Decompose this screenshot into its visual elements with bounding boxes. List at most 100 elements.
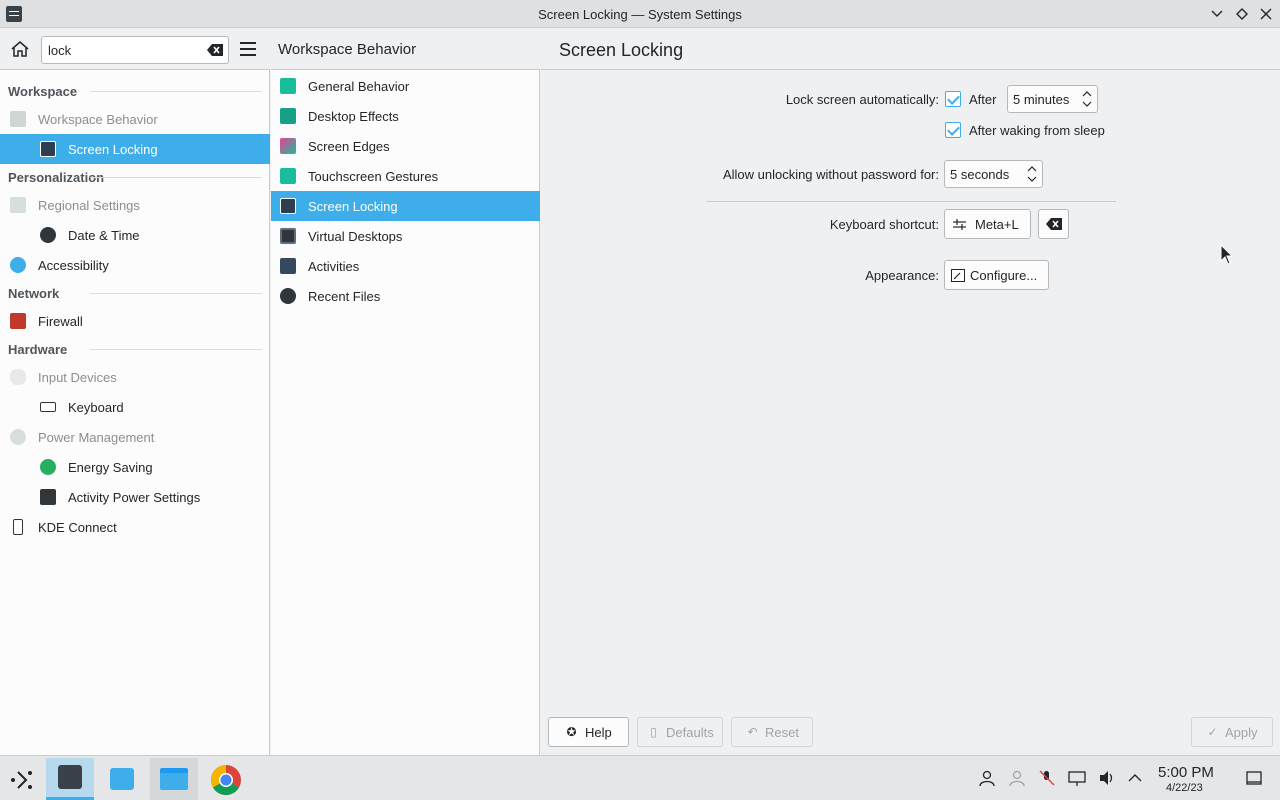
- sidebar-item-activity-power-settings[interactable]: Activity Power Settings: [0, 482, 270, 512]
- accessibility-icon: [10, 257, 26, 273]
- category-title: Workspace Behavior: [278, 41, 417, 58]
- search-field[interactable]: [41, 36, 229, 64]
- sidebar-item-date-time[interactable]: Date & Time: [0, 220, 270, 250]
- search-input[interactable]: [48, 41, 198, 59]
- category-list: Workspace Behavior General Behavior Desk…: [271, 29, 540, 755]
- list-item-screen-edges[interactable]: Screen Edges: [271, 131, 540, 161]
- energy-icon: [40, 459, 56, 475]
- unlock-grace-spinbox[interactable]: 5 seconds: [944, 160, 1043, 188]
- home-button[interactable]: [8, 37, 32, 61]
- launcher-icon: [11, 771, 32, 789]
- folder-icon: [160, 768, 188, 790]
- taskbar: 5:00 PM 4/22/23: [0, 755, 1280, 800]
- tray-expand-icon[interactable]: [1126, 769, 1144, 787]
- list-item-recent-files[interactable]: Recent Files: [271, 281, 540, 311]
- activities-icon: [280, 258, 296, 274]
- microphone-muted-icon[interactable]: [1038, 769, 1056, 787]
- desktop-effects-icon: [280, 108, 296, 124]
- phone-icon: [13, 519, 23, 535]
- screen-edges-icon: [280, 138, 296, 154]
- configure-icon: [951, 269, 965, 282]
- application-launcher[interactable]: [0, 758, 44, 800]
- shortcut-label: Keyboard shortcut:: [829, 217, 939, 232]
- sidebar-item-regional-settings[interactable]: Regional Settings: [0, 190, 270, 220]
- clock-time[interactable]: 5:00 PM: [1158, 764, 1214, 781]
- list-item-screen-locking[interactable]: Screen Locking: [271, 191, 540, 221]
- task-file-manager[interactable]: [150, 758, 198, 800]
- check-icon: ✓: [1207, 725, 1218, 739]
- list-item-general-behavior[interactable]: General Behavior: [271, 71, 540, 101]
- lock-timeout-value: 5 minutes: [1013, 92, 1070, 107]
- sidebar-item-power-management[interactable]: Power Management: [0, 422, 270, 452]
- user-icon[interactable]: [978, 769, 996, 787]
- section-hardware: Hardware: [0, 336, 270, 362]
- help-button[interactable]: ✪ Help: [548, 717, 629, 747]
- after-checkbox[interactable]: [945, 91, 961, 107]
- unlock-grace-value: 5 seconds: [950, 167, 1010, 182]
- category-header: Workspace Behavior: [271, 29, 540, 70]
- maximize-button[interactable]: [1232, 4, 1252, 24]
- section-workspace: Workspace: [0, 78, 270, 104]
- list-item-desktop-effects[interactable]: Desktop Effects: [271, 101, 540, 131]
- clear-search-icon[interactable]: [207, 43, 223, 57]
- lock-timeout-spinbox[interactable]: 5 minutes: [1007, 85, 1098, 113]
- minimize-button[interactable]: [1207, 4, 1227, 24]
- sidebar-item-input-devices[interactable]: Input Devices: [0, 362, 270, 392]
- system-settings-icon: [58, 765, 82, 789]
- after-waking-label: After waking from sleep: [969, 123, 1105, 138]
- configure-shortcut-icon: [953, 219, 966, 230]
- defaults-icon: ▯: [650, 725, 657, 739]
- user-switch-icon[interactable]: [1008, 769, 1026, 787]
- regional-icon: [10, 197, 26, 213]
- shortcut-value: Meta+L: [975, 217, 1019, 232]
- list-item-activities[interactable]: Activities: [271, 251, 540, 281]
- spin-arrows-icon[interactable]: [1026, 164, 1038, 184]
- page-title: Screen Locking: [559, 40, 684, 60]
- sidebar-header: [0, 29, 270, 70]
- sidebar-item-keyboard[interactable]: Keyboard: [0, 392, 270, 422]
- task-discover[interactable]: [98, 758, 146, 800]
- help-icon: ✪: [566, 725, 577, 739]
- configure-appearance-button[interactable]: Configure...: [944, 260, 1049, 290]
- after-waking-checkbox[interactable]: [945, 122, 961, 138]
- task-system-settings[interactable]: [46, 758, 94, 800]
- lock-auto-label: Lock screen automatically:: [785, 92, 939, 107]
- sidebar-item-firewall[interactable]: Firewall: [0, 306, 270, 336]
- page-header: Screen Locking: [541, 29, 1280, 70]
- network-wired-icon[interactable]: [1068, 769, 1086, 787]
- defaults-button[interactable]: ▯ Defaults: [637, 717, 723, 747]
- list-item-virtual-desktops[interactable]: Virtual Desktops: [271, 221, 540, 251]
- general-behavior-icon: [280, 78, 296, 94]
- volume-icon[interactable]: [1098, 769, 1116, 787]
- keyboard-icon: [40, 402, 56, 412]
- home-icon: [11, 41, 29, 57]
- clear-shortcut-button[interactable]: [1038, 209, 1069, 239]
- undo-icon: ↶: [747, 725, 758, 739]
- after-label: After: [969, 92, 997, 107]
- lock-icon: [40, 141, 56, 157]
- section-network: Network: [0, 280, 270, 306]
- apply-button[interactable]: ✓ Apply: [1191, 717, 1273, 747]
- sidebar-item-energy-saving[interactable]: Energy Saving: [0, 452, 270, 482]
- clock-date[interactable]: 4/22/23: [1166, 782, 1203, 794]
- unlock-grace-label: Allow unlocking without password for:: [722, 167, 939, 182]
- chrome-icon: [210, 765, 241, 796]
- task-chrome[interactable]: [202, 758, 250, 800]
- sidebar-item-accessibility[interactable]: Accessibility: [0, 250, 270, 280]
- clear-icon: [1046, 218, 1062, 230]
- close-button[interactable]: [1256, 4, 1276, 24]
- sidebar-item-workspace-behavior[interactable]: Workspace Behavior: [0, 104, 270, 134]
- touchscreen-icon: [280, 168, 296, 184]
- hamburger-menu-icon[interactable]: [240, 42, 256, 56]
- workspace-icon: [10, 111, 26, 127]
- spin-arrows-icon[interactable]: [1081, 89, 1093, 109]
- show-desktop-icon[interactable]: [1245, 769, 1263, 787]
- power-icon: [10, 429, 26, 445]
- lock-icon: [280, 198, 296, 214]
- sidebar-item-screen-locking[interactable]: Screen Locking: [0, 134, 270, 164]
- list-item-touchscreen-gestures[interactable]: Touchscreen Gestures: [271, 161, 540, 191]
- title-bar: Screen Locking — System Settings: [0, 0, 1280, 28]
- reset-button[interactable]: ↶ Reset: [731, 717, 813, 747]
- sidebar-item-kde-connect[interactable]: KDE Connect: [0, 512, 270, 542]
- shortcut-button[interactable]: Meta+L: [944, 209, 1031, 239]
